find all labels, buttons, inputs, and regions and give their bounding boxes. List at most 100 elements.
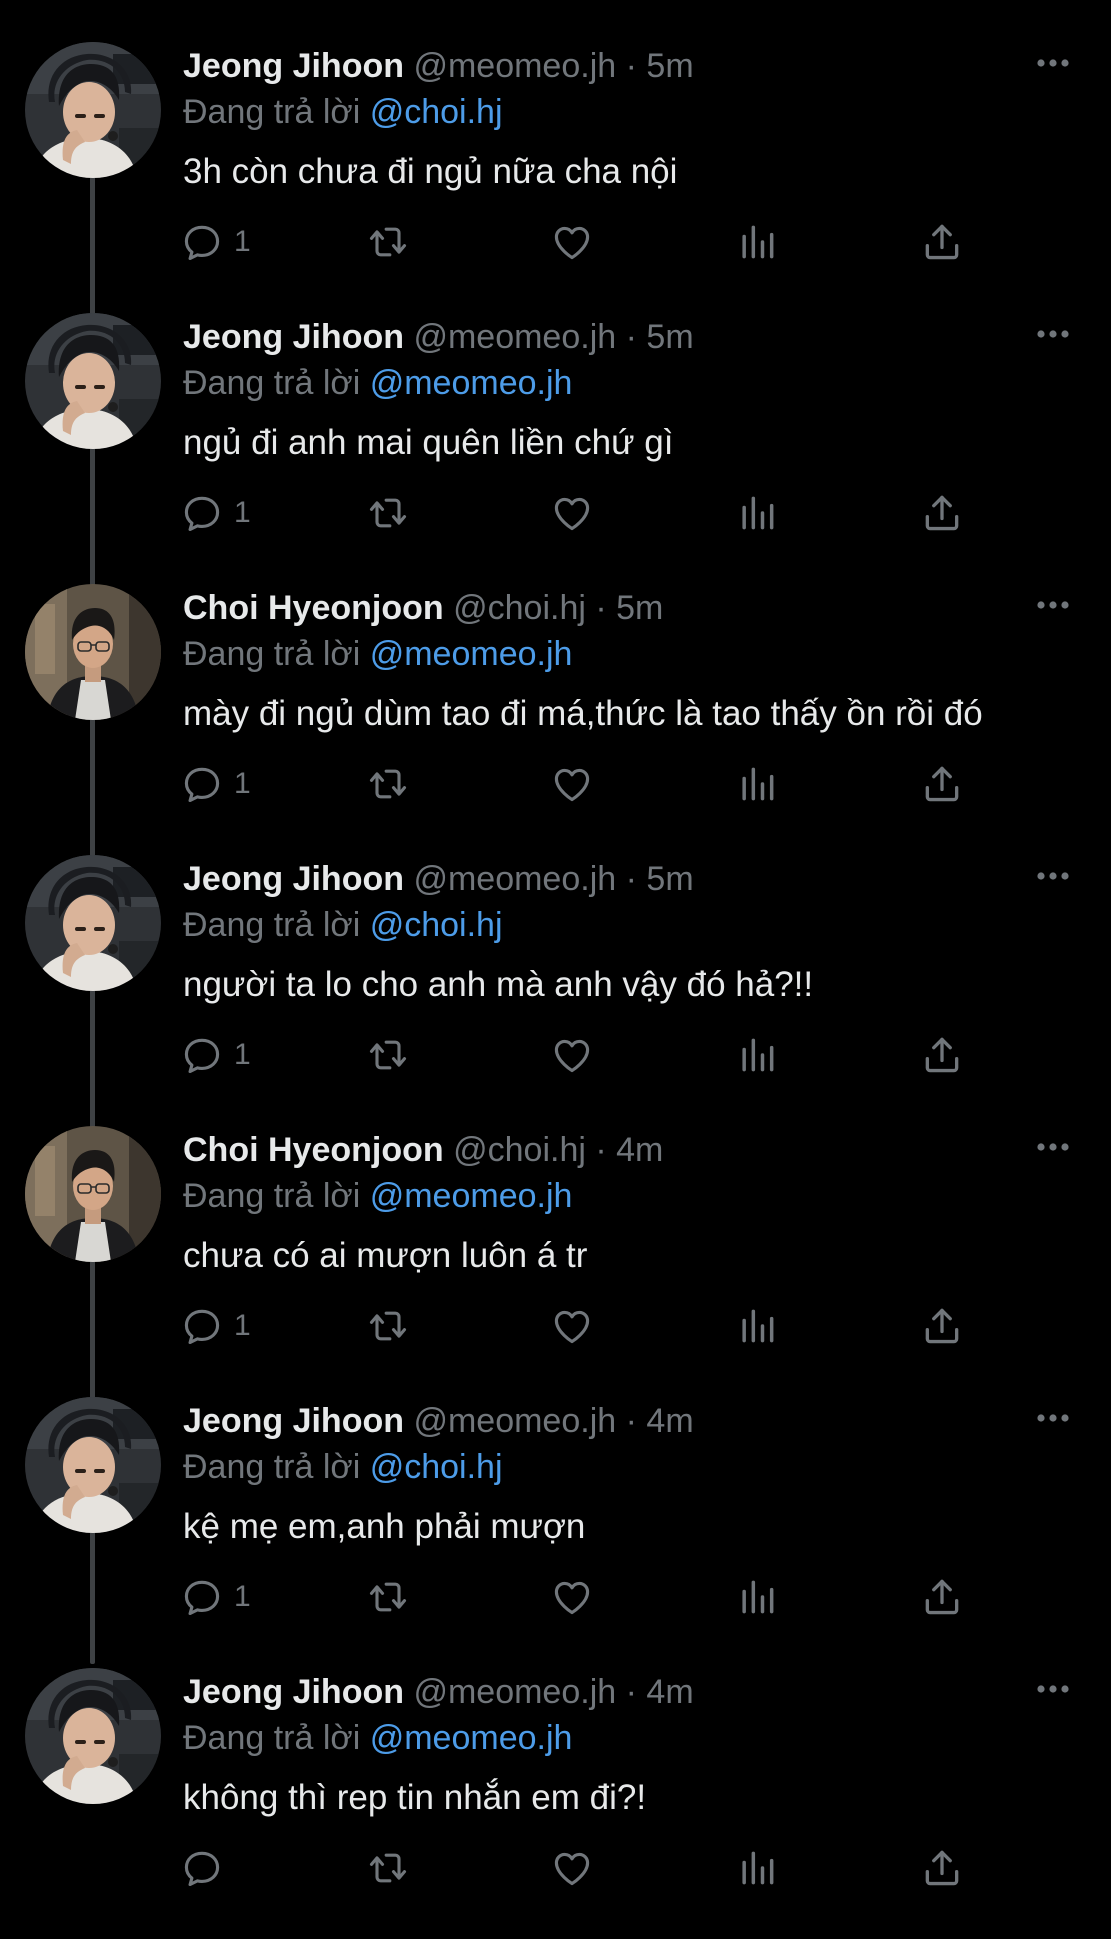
heart-icon xyxy=(550,1846,594,1890)
views-button[interactable] xyxy=(735,1286,779,1366)
tweet[interactable]: Choi Hyeonjoon @choi.hj · 4m Đang trả lờ… xyxy=(0,1126,1111,1397)
like-button[interactable] xyxy=(550,1557,594,1637)
share-icon xyxy=(920,1033,964,1077)
reply-to-mention[interactable]: @choi.hj xyxy=(370,93,503,131)
avatar[interactable] xyxy=(25,1397,161,1533)
reply-to-mention[interactable]: @meomeo.jh xyxy=(370,1719,573,1757)
tweet[interactable]: Jeong Jihoon @meomeo.jh · 4m Đang trả lờ… xyxy=(0,1397,1111,1668)
tweet-actions xyxy=(180,1828,980,1908)
retweet-button[interactable] xyxy=(365,1286,411,1366)
author-name[interactable]: Jeong Jihoon xyxy=(183,1402,404,1440)
more-dots-icon[interactable] xyxy=(1033,590,1073,620)
reply-to-mention[interactable]: @meomeo.jh xyxy=(370,635,573,673)
reply-to-mention[interactable]: @meomeo.jh xyxy=(370,1177,573,1215)
more-dots-icon[interactable] xyxy=(1033,1674,1073,1704)
tweet-time: 5m xyxy=(646,47,694,85)
more-dots-icon[interactable] xyxy=(1033,1132,1073,1162)
avatar[interactable] xyxy=(25,313,161,449)
replying-to: Đang trả lời @choi.hj xyxy=(183,1445,503,1489)
reply-icon xyxy=(180,1846,224,1890)
retweet-button[interactable] xyxy=(365,1828,411,1908)
avatar[interactable] xyxy=(25,855,161,991)
share-button[interactable] xyxy=(920,202,964,282)
retweet-button[interactable] xyxy=(365,744,411,824)
reply-count: 1 xyxy=(234,1309,251,1342)
reply-icon xyxy=(180,491,224,535)
retweet-button[interactable] xyxy=(365,202,411,282)
more-dots-icon[interactable] xyxy=(1033,48,1073,78)
like-button[interactable] xyxy=(550,1286,594,1366)
replying-to-label: Đang trả lời xyxy=(183,1177,361,1215)
tweet[interactable]: Jeong Jihoon @meomeo.jh · 5m Đang trả lờ… xyxy=(0,42,1111,313)
reply-button[interactable]: 1 xyxy=(180,744,251,824)
tweet[interactable]: Jeong Jihoon @meomeo.jh · 5m Đang trả lờ… xyxy=(0,855,1111,1126)
views-button[interactable] xyxy=(735,202,779,282)
retweet-button[interactable] xyxy=(365,1015,411,1095)
views-button[interactable] xyxy=(735,473,779,553)
author-name[interactable]: Jeong Jihoon xyxy=(183,860,404,898)
author-handle[interactable]: @meomeo.jh xyxy=(413,1673,616,1711)
author-handle[interactable]: @meomeo.jh xyxy=(413,1402,616,1440)
views-button[interactable] xyxy=(735,1015,779,1095)
views-button[interactable] xyxy=(735,744,779,824)
like-button[interactable] xyxy=(550,1015,594,1095)
avatar[interactable] xyxy=(25,584,161,720)
reply-button[interactable] xyxy=(180,1828,234,1908)
author-name[interactable]: Jeong Jihoon xyxy=(183,318,404,356)
share-button[interactable] xyxy=(920,473,964,553)
tweet-header: Jeong Jihoon @meomeo.jh · 5m xyxy=(183,44,1071,88)
more-dots-icon[interactable] xyxy=(1033,319,1073,349)
replying-to: Đang trả lời @meomeo.jh xyxy=(183,1174,572,1218)
like-button[interactable] xyxy=(550,202,594,282)
reply-to-mention[interactable]: @meomeo.jh xyxy=(370,364,573,402)
author-name[interactable]: Jeong Jihoon xyxy=(183,47,404,85)
reply-button[interactable]: 1 xyxy=(180,1286,251,1366)
author-name[interactable]: Jeong Jihoon xyxy=(183,1673,404,1711)
reply-to-mention[interactable]: @choi.hj xyxy=(370,1448,503,1486)
author-handle[interactable]: @meomeo.jh xyxy=(413,47,616,85)
author-handle[interactable]: @meomeo.jh xyxy=(413,860,616,898)
share-button[interactable] xyxy=(920,1828,964,1908)
like-button[interactable] xyxy=(550,744,594,824)
avatar[interactable] xyxy=(25,1668,161,1804)
author-handle[interactable]: @choi.hj xyxy=(453,589,586,627)
share-icon xyxy=(920,1575,964,1619)
tweet-actions: 1 xyxy=(180,1286,980,1366)
share-button[interactable] xyxy=(920,1286,964,1366)
share-button[interactable] xyxy=(920,744,964,824)
author-name[interactable]: Choi Hyeonjoon xyxy=(183,1131,444,1169)
reply-to-mention[interactable]: @choi.hj xyxy=(370,906,503,944)
reply-button[interactable]: 1 xyxy=(180,1015,251,1095)
share-button[interactable] xyxy=(920,1015,964,1095)
retweet-button[interactable] xyxy=(365,1557,411,1637)
like-button[interactable] xyxy=(550,473,594,553)
reply-button[interactable]: 1 xyxy=(180,202,251,282)
heart-icon xyxy=(550,491,594,535)
tweet[interactable]: Jeong Jihoon @meomeo.jh · 5m Đang trả lờ… xyxy=(0,313,1111,584)
share-button[interactable] xyxy=(920,1557,964,1637)
views-button[interactable] xyxy=(735,1557,779,1637)
reply-button[interactable]: 1 xyxy=(180,473,251,553)
reply-button[interactable]: 1 xyxy=(180,1557,251,1637)
more-dots-icon[interactable] xyxy=(1033,861,1073,891)
author-handle[interactable]: @meomeo.jh xyxy=(413,318,616,356)
meta-separator: · xyxy=(625,318,637,356)
avatar[interactable] xyxy=(25,1126,161,1262)
tweet-actions: 1 xyxy=(180,744,980,824)
views-chart-icon xyxy=(735,1846,779,1890)
views-button[interactable] xyxy=(735,1828,779,1908)
like-button[interactable] xyxy=(550,1828,594,1908)
reply-count: 1 xyxy=(234,496,251,529)
retweet-button[interactable] xyxy=(365,473,411,553)
meta-separator: · xyxy=(625,47,637,85)
tweet-time: 4m xyxy=(646,1673,694,1711)
tweet[interactable]: Jeong Jihoon @meomeo.jh · 4m Đang trả lờ… xyxy=(0,1668,1111,1939)
tweet[interactable]: Choi Hyeonjoon @choi.hj · 5m Đang trả lờ… xyxy=(0,584,1111,855)
avatar[interactable] xyxy=(25,42,161,178)
reply-icon xyxy=(180,1033,224,1077)
more-dots-icon[interactable] xyxy=(1033,1403,1073,1433)
author-name[interactable]: Choi Hyeonjoon xyxy=(183,589,444,627)
replying-to-label: Đang trả lời xyxy=(183,906,361,944)
author-handle[interactable]: @choi.hj xyxy=(453,1131,586,1169)
share-icon xyxy=(920,491,964,535)
